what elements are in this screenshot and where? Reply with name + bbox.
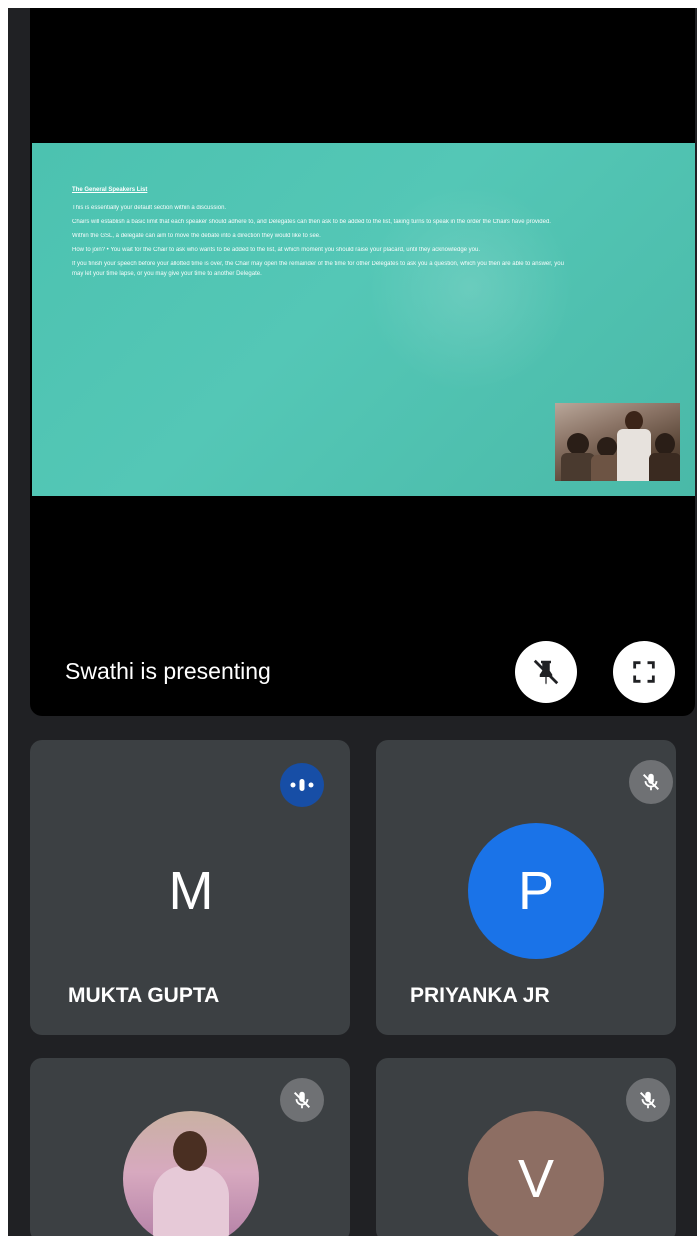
participant-photo bbox=[123, 1111, 259, 1242]
avatar-initial: P bbox=[517, 861, 555, 921]
muted-indicator bbox=[629, 760, 673, 804]
muted-indicator bbox=[280, 1078, 324, 1122]
slide-line: This is essentially your default section… bbox=[72, 205, 227, 211]
screen-top-edge bbox=[0, 0, 699, 8]
participant-tile[interactable]: V bbox=[376, 1058, 676, 1242]
participant-tile[interactable]: M MUKTA GUPTA bbox=[30, 740, 350, 1035]
slide-line: How to join? • You wait for the Chair to… bbox=[72, 247, 480, 253]
presentation-slide: The General Speakers List This is essent… bbox=[32, 143, 695, 496]
pin-off-icon bbox=[533, 659, 559, 685]
fullscreen-icon bbox=[633, 661, 655, 683]
participant-name: PRIYANKA JR bbox=[410, 984, 550, 1007]
avatar-initial: M bbox=[168, 861, 214, 921]
muted-indicator bbox=[626, 1078, 670, 1122]
mic-off-icon bbox=[642, 773, 660, 791]
speaking-indicator bbox=[280, 763, 324, 807]
slide-line: If you finish your speech before your al… bbox=[72, 261, 564, 277]
participant-name: MUKTA GUPTA bbox=[68, 984, 220, 1007]
slide-heading: The General Speakers List bbox=[72, 187, 148, 193]
presenting-label: Swathi is presenting bbox=[65, 658, 271, 684]
screen-left-edge bbox=[0, 0, 8, 1242]
participant-tile[interactable] bbox=[30, 1058, 350, 1242]
avatar-initial: V bbox=[517, 1149, 555, 1209]
mic-off-icon bbox=[293, 1091, 311, 1109]
slide-line: Within the GSL, a delegate can aim to mo… bbox=[72, 233, 321, 239]
avatar: M bbox=[123, 823, 259, 959]
presentation-stage[interactable]: The General Speakers List This is essent… bbox=[30, 8, 695, 716]
unpin-button[interactable] bbox=[515, 641, 577, 703]
avatar: P bbox=[468, 823, 604, 959]
participant-tile[interactable]: P PRIYANKA JR bbox=[376, 740, 676, 1035]
audio-level-icon bbox=[290, 779, 314, 791]
fullscreen-button[interactable] bbox=[613, 641, 675, 703]
mic-off-icon bbox=[639, 1091, 657, 1109]
slide-photo bbox=[555, 403, 680, 481]
slide-text: The General Speakers List This is essent… bbox=[72, 187, 567, 283]
avatar: V bbox=[468, 1111, 604, 1242]
slide-line: Chairs will establish a basic limit that… bbox=[72, 219, 551, 225]
screen-bottom-edge bbox=[0, 1236, 699, 1242]
